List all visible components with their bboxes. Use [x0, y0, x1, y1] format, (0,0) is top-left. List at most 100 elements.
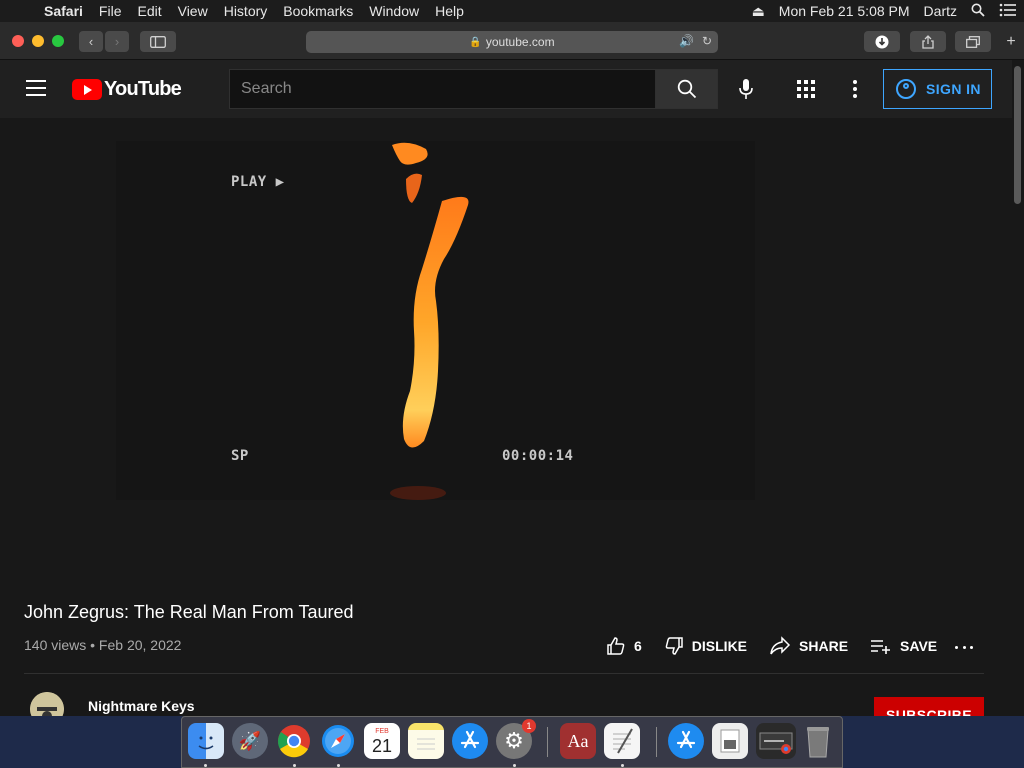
address-bar[interactable]: 🔒 youtube.com 🔊 ↻	[306, 31, 718, 53]
youtube-page: YouTube SIGN IN	[0, 60, 1024, 716]
spotlight-icon[interactable]	[964, 3, 992, 20]
microphone-icon	[739, 79, 753, 99]
dock-chrome-window-icon[interactable]	[756, 723, 796, 759]
apps-grid-icon[interactable]	[797, 80, 815, 98]
reload-icon[interactable]: ↻	[702, 34, 712, 48]
dock-trash-icon[interactable]	[800, 723, 836, 759]
chevron-left-icon: ‹	[88, 34, 94, 49]
dock-dictionary-icon[interactable]: Aa	[560, 723, 596, 759]
dock-textedit-icon[interactable]	[604, 723, 640, 759]
dock-system-preferences-icon[interactable]: ⚙ 1	[496, 719, 536, 759]
dock-notes-icon[interactable]	[408, 723, 444, 759]
sign-in-button[interactable]: SIGN IN	[883, 69, 992, 109]
calendar-day: 21	[371, 735, 393, 756]
menu-edit[interactable]: Edit	[129, 3, 169, 19]
save-label: SAVE	[900, 638, 938, 654]
share-icon	[922, 34, 934, 49]
save-button[interactable]: SAVE	[870, 636, 937, 656]
dislike-label: DISLIKE	[691, 638, 748, 654]
share-button[interactable]	[910, 31, 946, 52]
back-button[interactable]: ‹	[79, 31, 103, 52]
search-input[interactable]	[229, 69, 656, 109]
channel-name[interactable]: Nightmare Keys	[88, 698, 195, 714]
section-divider	[24, 673, 984, 674]
dock-separator	[656, 727, 657, 757]
hamburger-menu-icon[interactable]	[26, 80, 46, 96]
dock-app-store-icon[interactable]	[452, 723, 488, 759]
youtube-logo[interactable]: YouTube	[72, 78, 182, 101]
share-video-button[interactable]: SHARE	[769, 636, 848, 656]
audio-playing-icon[interactable]: 🔊	[679, 34, 694, 48]
dock-preview-icon[interactable]	[712, 723, 748, 759]
safari-toolbar: ‹ › 🔒 youtube.com 🔊 ↻ +	[0, 22, 1024, 60]
thumbs-down-icon	[665, 637, 683, 655]
search-icon	[677, 79, 696, 99]
youtube-header: YouTube SIGN IN	[0, 60, 1012, 118]
window-close-button[interactable]	[12, 35, 24, 47]
share-label: SHARE	[799, 638, 849, 654]
plus-icon: +	[1006, 32, 1016, 50]
dock-running-indicator	[513, 764, 516, 767]
dock-chrome-icon[interactable]	[276, 723, 312, 759]
sign-in-label: SIGN IN	[926, 81, 981, 97]
tabs-icon	[966, 35, 980, 48]
tabs-overview-button[interactable]	[955, 31, 991, 52]
share-arrow-icon	[770, 636, 791, 655]
search-button[interactable]	[655, 69, 718, 109]
like-count: 6	[634, 638, 642, 654]
dislike-button[interactable]: DISLIKE	[664, 636, 747, 656]
menu-bookmarks[interactable]: Bookmarks	[275, 3, 361, 19]
video-player[interactable]: PLAY ▶ SP 00:00:14	[116, 141, 755, 500]
dock-separator	[547, 727, 548, 757]
dock: 🚀 FEB 21 ⚙ 1 Aa	[181, 716, 843, 768]
dock-running-indicator	[621, 764, 624, 767]
thumbs-up-icon	[607, 637, 625, 655]
chevron-right-icon: ›	[114, 34, 120, 49]
new-tab-button[interactable]: +	[1000, 31, 1022, 52]
sidebar-icon	[150, 35, 166, 48]
menu-view[interactable]: View	[170, 3, 216, 19]
eject-icon[interactable]: ⏏	[745, 3, 772, 20]
window-minimize-button[interactable]	[32, 35, 44, 47]
forward-button[interactable]: ›	[105, 31, 129, 52]
video-actions: 6 DISLIKE SHARE SAVE	[606, 636, 959, 656]
dock-launchpad-icon[interactable]: 🚀	[232, 723, 268, 759]
download-icon	[875, 35, 889, 48]
dock-safari-icon[interactable]	[320, 723, 356, 759]
downloads-button[interactable]	[864, 31, 900, 52]
video-osd-timecode: 00:00:14	[502, 448, 574, 464]
menu-app-name[interactable]: Safari	[36, 3, 91, 19]
youtube-logo-text: YouTube	[104, 78, 182, 100]
channel-avatar[interactable]	[30, 692, 64, 716]
youtube-play-icon	[72, 79, 102, 100]
sidebar-button[interactable]	[140, 31, 176, 52]
settings-more-icon[interactable]	[852, 80, 858, 98]
calendar-month: FEB	[375, 727, 389, 735]
scrollbar-thumb[interactable]	[1014, 66, 1021, 204]
gear-icon: ⚙	[504, 728, 524, 753]
menu-file[interactable]: File	[91, 3, 130, 19]
dictionary-label: Aa	[567, 730, 589, 751]
like-button[interactable]: 6	[606, 636, 642, 656]
page-scrollbar[interactable]	[1012, 60, 1024, 716]
subscribe-button[interactable]: SUBSCRIBE	[874, 697, 984, 716]
video-osd-speed: SP	[231, 448, 249, 464]
dock-finder-icon[interactable]	[188, 723, 224, 759]
video-title: John Zegrus: The Real Man From Taured	[24, 602, 354, 622]
voice-search-button[interactable]	[734, 77, 758, 101]
menu-window[interactable]: Window	[361, 3, 427, 19]
url-text: youtube.com	[485, 35, 555, 49]
menu-clock[interactable]: Mon Feb 21 5:08 PM	[772, 3, 917, 19]
dock-calendar-icon[interactable]: FEB 21	[364, 723, 400, 759]
menu-help[interactable]: Help	[427, 3, 472, 19]
playlist-add-icon	[871, 640, 891, 654]
dock-running-indicator	[293, 764, 296, 767]
menu-history[interactable]: History	[216, 3, 276, 19]
window-fullscreen-button[interactable]	[52, 35, 64, 47]
control-center-icon[interactable]	[992, 3, 1024, 20]
flame-image	[390, 142, 469, 500]
dock-app-store-folder-icon[interactable]	[668, 723, 704, 759]
more-actions-icon[interactable]	[955, 646, 973, 650]
account-circle-icon	[896, 79, 916, 99]
menu-user[interactable]: Dartz	[917, 3, 964, 19]
